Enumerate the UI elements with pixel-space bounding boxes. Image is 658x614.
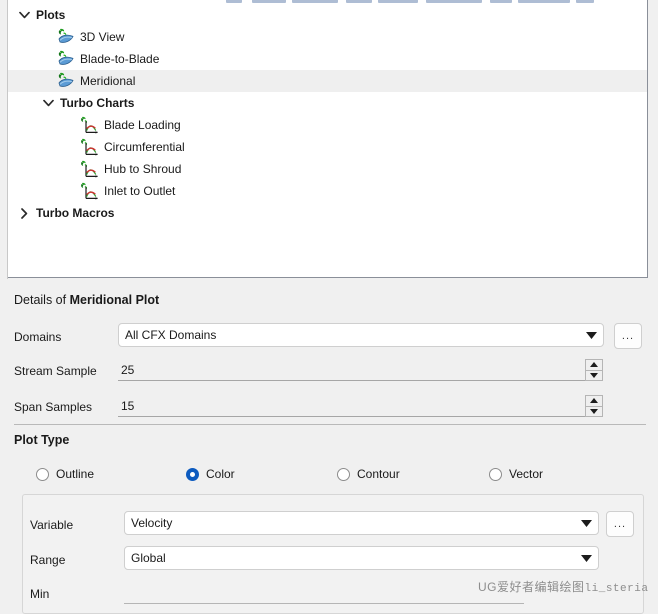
turbo-plot-icon: [56, 28, 76, 46]
stream-sample-input[interactable]: 25: [118, 359, 586, 381]
details-header-prefix: Details of: [14, 293, 70, 307]
tree-item-label: Turbo Macros: [36, 206, 115, 220]
span-samples-stepper[interactable]: [585, 395, 603, 417]
tree-item-plots[interactable]: Plots: [8, 4, 647, 26]
radio-outline-label: Outline: [56, 467, 95, 481]
tree-item-label: Turbo Charts: [60, 96, 135, 110]
stream-sample-label: Stream Sample: [14, 364, 97, 378]
span-samples-value: 15: [121, 398, 135, 413]
radio-icon[interactable]: [489, 467, 502, 481]
details-header-object: Meridional Plot: [69, 293, 160, 307]
tree-item-label: Meridional: [80, 74, 136, 88]
radio-vector[interactable]: Vector: [489, 467, 543, 481]
panel-left-gutter: [0, 0, 8, 279]
tree-item-blade-loading[interactable]: Blade Loading: [8, 114, 647, 136]
details-header: Details of Meridional Plot: [14, 293, 159, 307]
turbo-plot-icon: [56, 50, 76, 68]
tree-item-label: Blade-to-Blade: [80, 52, 160, 66]
radio-outline[interactable]: Outline: [36, 467, 94, 481]
tree-item-label: Circumferential: [104, 140, 185, 154]
chevron-down-icon[interactable]: [578, 515, 594, 531]
variable-value: Velocity: [131, 516, 173, 530]
span-samples-input[interactable]: 15: [118, 395, 586, 417]
tree-item-label: Inlet to Outlet: [104, 184, 176, 198]
tree-item-label: 3D View: [80, 30, 125, 44]
plots-tree-panel[interactable]: Plots 3D View Blade-to-Blade Meridional Turb…: [8, 0, 648, 278]
turbo-plot-icon: [56, 72, 76, 90]
radio-color[interactable]: Color: [186, 467, 235, 481]
chevron-down-icon[interactable]: [16, 7, 32, 23]
stepper-down-icon[interactable]: [586, 369, 602, 381]
range-combobox[interactable]: Global: [124, 546, 599, 570]
radio-vector-label: Vector: [509, 467, 544, 481]
radio-contour-label: Contour: [357, 467, 400, 481]
tree-item-turbo-macros[interactable]: Turbo Macros: [8, 202, 647, 224]
section-divider: [14, 424, 646, 425]
tree-item-hub-to-shroud[interactable]: Hub to Shroud: [8, 158, 647, 180]
tree-item-blade-to-blade[interactable]: Blade-to-Blade: [8, 48, 647, 70]
tree-rows: Plots 3D View Blade-to-Blade Meridional Turb…: [8, 4, 647, 224]
radio-icon[interactable]: [337, 467, 350, 481]
range-label: Range: [30, 553, 66, 567]
stepper-up-icon[interactable]: [586, 360, 602, 370]
variable-browse-button[interactable]: ...: [606, 511, 634, 537]
plot-type-title: Plot Type: [14, 433, 70, 447]
turbo-chart-icon: [80, 182, 100, 200]
domains-value: All CFX Domains: [125, 328, 217, 342]
domains-combobox[interactable]: All CFX Domains: [118, 323, 604, 347]
tree-item-inlet-to-outlet[interactable]: Inlet to Outlet: [8, 180, 647, 202]
turbo-chart-icon: [80, 138, 100, 156]
chevron-down-icon[interactable]: [583, 327, 599, 343]
min-label: Min: [30, 587, 50, 601]
tree-item-label: Hub to Shroud: [104, 162, 182, 176]
min-input[interactable]: [124, 582, 524, 604]
span-samples-label: Span Samples: [14, 400, 93, 414]
chevron-down-icon[interactable]: [578, 550, 594, 566]
radio-icon-selected[interactable]: [186, 467, 199, 481]
tree-item-turbo-charts[interactable]: Turbo Charts: [8, 92, 647, 114]
radio-color-label: Color: [206, 467, 235, 481]
tree-item-circumferential[interactable]: Circumferential: [8, 136, 647, 158]
tree-item-3d-view[interactable]: 3D View: [8, 26, 647, 48]
variable-combobox[interactable]: Velocity: [124, 511, 599, 535]
chevron-down-icon[interactable]: [40, 95, 56, 111]
stepper-up-icon[interactable]: [586, 396, 602, 406]
turbo-chart-icon: [80, 160, 100, 178]
chevron-right-icon[interactable]: [16, 205, 32, 221]
stream-sample-stepper[interactable]: [585, 359, 603, 381]
tree-item-label: Plots: [36, 8, 66, 22]
radio-icon[interactable]: [36, 467, 49, 481]
domains-label: Domains: [14, 330, 62, 344]
stream-sample-value: 25: [121, 362, 135, 377]
details-pane: Details of Meridional Plot Domains All C…: [8, 279, 658, 614]
stepper-down-icon[interactable]: [586, 405, 602, 417]
turbo-chart-icon: [80, 116, 100, 134]
domains-browse-button[interactable]: ...: [614, 323, 642, 349]
tree-item-label: Blade Loading: [104, 118, 181, 132]
radio-contour[interactable]: Contour: [337, 467, 400, 481]
range-value: Global: [131, 551, 166, 565]
tree-item-meridional[interactable]: Meridional: [8, 70, 647, 92]
variable-label: Variable: [30, 518, 74, 532]
